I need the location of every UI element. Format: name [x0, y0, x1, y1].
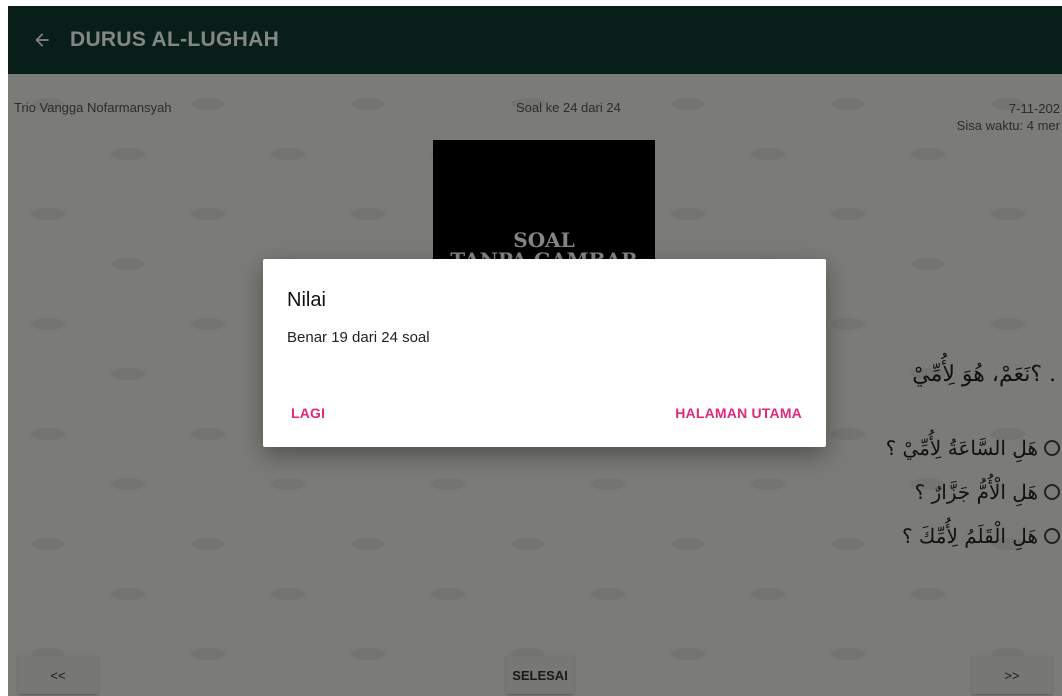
score-dialog: Nilai Benar 19 dari 24 soal LAGI HALAMAN…: [263, 259, 826, 447]
app-screen: DURUS AL-LUGHAH Trio Vangga Nofarmansyah…: [8, 6, 1062, 696]
dialog-message: Benar 19 dari 24 soal: [287, 329, 430, 346]
dialog-title: Nilai: [287, 289, 326, 311]
retry-button[interactable]: LAGI: [287, 399, 329, 427]
home-button[interactable]: HALAMAN UTAMA: [671, 399, 806, 427]
